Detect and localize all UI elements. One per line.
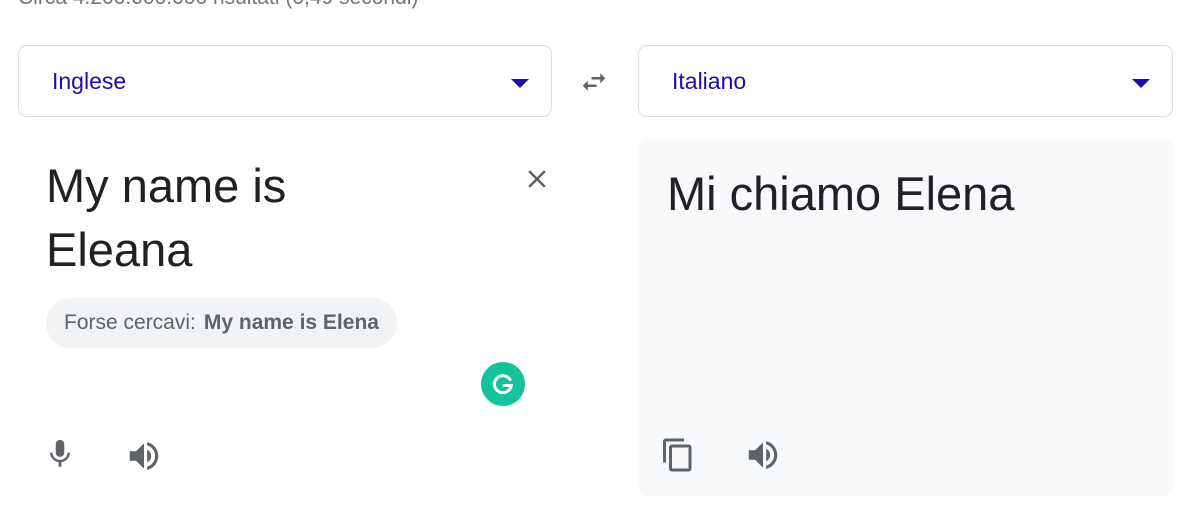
translation-panel: Mi chiamo Elena [638,139,1173,496]
grammarly-icon [492,374,514,395]
speaker-icon [129,442,159,470]
source-text-input[interactable]: My name is Eleana [46,154,466,282]
target-language-label: Italiano [672,68,747,94]
swap-arrows-icon [582,73,606,91]
clear-text-button[interactable] [518,160,556,198]
swap-languages-button[interactable] [572,62,616,102]
source-listen-button[interactable] [124,436,164,476]
did-you-mean-chip[interactable]: Forse cercavi: My name is Elena [46,298,397,348]
chevron-down-icon [511,79,529,88]
source-text-line-2: Eleana [46,223,193,276]
translated-text: Mi chiamo Elena [667,167,1015,220]
grammarly-button[interactable] [481,362,525,406]
close-icon [528,170,546,188]
target-language-select[interactable]: Italiano [638,45,1173,117]
speaker-icon [748,441,778,469]
microphone-button[interactable] [40,434,80,474]
source-language-label: Inglese [52,68,127,94]
microphone-icon [50,439,70,467]
copy-translation-button[interactable] [658,435,698,475]
results-stats: Circa 4.200.000.000 risultati (0,49 seco… [18,0,418,10]
did-you-mean-suggestion[interactable]: My name is Elena [204,311,379,335]
source-language-select[interactable]: Inglese [18,45,552,117]
copy-icon [663,438,692,472]
target-listen-button[interactable] [743,435,783,475]
did-you-mean-prefix: Forse cercavi: [64,311,196,334]
chevron-down-icon [1132,79,1150,88]
source-text-line-1: My name is [46,159,287,212]
